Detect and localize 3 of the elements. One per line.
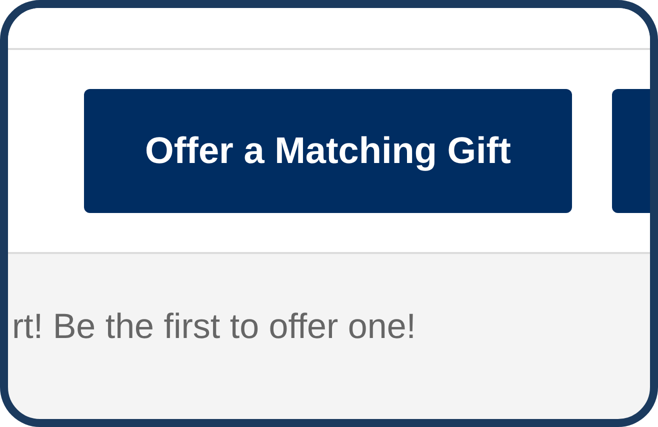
empty-state-message: rt! Be the first to offer one!: [12, 306, 416, 346]
offer-matching-gift-button[interactable]: Offer a Matching Gift: [84, 89, 572, 213]
partial-button[interactable]: [612, 89, 650, 213]
